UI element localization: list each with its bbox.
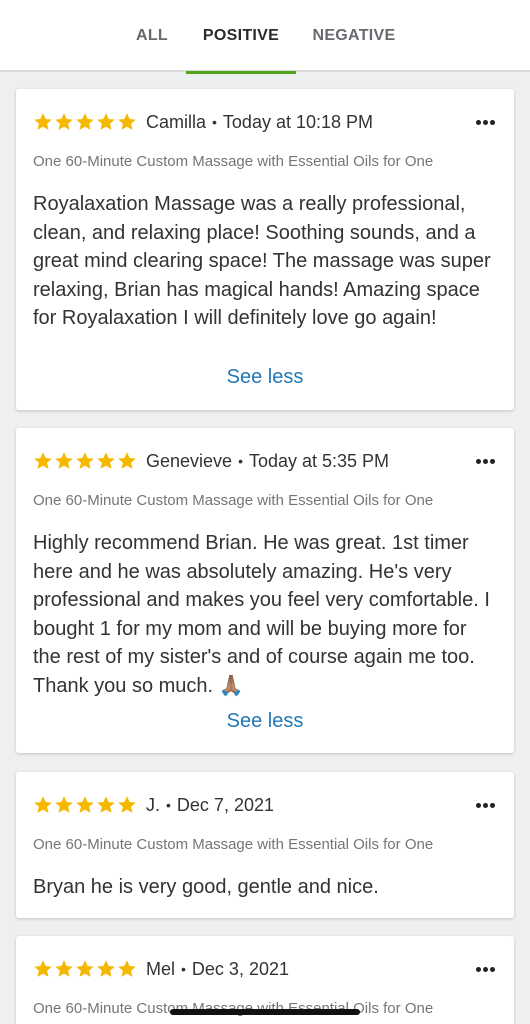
tab-negative[interactable]: NEGATIVE bbox=[296, 0, 412, 72]
review-date: Today at 10:18 PM bbox=[222, 111, 374, 132]
deal-name: One 60-Minute Custom Massage with Essent… bbox=[33, 492, 434, 509]
star-icon bbox=[117, 795, 137, 815]
review-text: Royalaxation Massage was a really profes… bbox=[33, 193, 491, 329]
reviewer-name: Camilla bbox=[146, 111, 207, 132]
review-date: Today at 5:35 PM bbox=[248, 450, 390, 471]
separator: • bbox=[181, 961, 186, 977]
separator: • bbox=[212, 114, 217, 130]
star-icon bbox=[96, 795, 116, 815]
star-rating bbox=[33, 959, 137, 979]
star-icon bbox=[54, 451, 74, 471]
reviewer-name: Genevieve bbox=[146, 450, 233, 471]
reviewer-name: Mel bbox=[146, 958, 176, 979]
see-less-link[interactable]: See less bbox=[16, 710, 514, 733]
home-indicator[interactable] bbox=[170, 1009, 360, 1015]
review-date: Dec 3, 2021 bbox=[191, 958, 289, 979]
star-icon bbox=[75, 959, 95, 979]
star-icon bbox=[54, 959, 74, 979]
reviewer-name: J. bbox=[146, 794, 161, 815]
star-icon bbox=[117, 112, 137, 132]
more-options-icon[interactable] bbox=[473, 958, 497, 980]
star-icon bbox=[54, 795, 74, 815]
star-rating bbox=[33, 451, 137, 471]
tab-all-label: ALL bbox=[135, 27, 168, 44]
review-filter-tabs: ALL POSITIVE NEGATIVE bbox=[0, 0, 530, 74]
star-icon bbox=[33, 959, 53, 979]
tab-positive-label: POSITIVE bbox=[202, 27, 280, 44]
review-header: Mel • Dec 3, 2021 bbox=[33, 956, 497, 982]
star-icon bbox=[96, 451, 116, 471]
deal-name: One 60-Minute Custom Massage with Essent… bbox=[33, 836, 434, 853]
star-icon bbox=[75, 795, 95, 815]
star-rating bbox=[33, 112, 137, 132]
tab-negative-label: NEGATIVE bbox=[312, 27, 396, 44]
separator: • bbox=[166, 797, 171, 813]
star-icon bbox=[117, 959, 137, 979]
review-header: Genevieve • Today at 5:35 PM bbox=[33, 448, 497, 474]
star-icon bbox=[54, 112, 74, 132]
star-rating bbox=[33, 795, 137, 815]
star-icon bbox=[96, 112, 116, 132]
star-icon bbox=[96, 959, 116, 979]
star-icon bbox=[33, 795, 53, 815]
more-options-icon[interactable] bbox=[473, 450, 497, 472]
review-date: Dec 7, 2021 bbox=[176, 794, 274, 815]
star-icon bbox=[75, 112, 95, 132]
star-icon bbox=[33, 451, 53, 471]
review-text: Highly recommend Brian. He was great. 1s… bbox=[33, 532, 490, 697]
star-icon bbox=[75, 451, 95, 471]
review-card: J. • Dec 7, 2021 One 60-Minute Custom Ma… bbox=[16, 772, 514, 918]
review-text: Bryan he is very good, gentle and nice. bbox=[33, 876, 379, 898]
tab-positive[interactable]: POSITIVE bbox=[186, 0, 296, 74]
star-icon bbox=[117, 451, 137, 471]
review-header: Camilla • Today at 10:18 PM bbox=[33, 109, 497, 135]
deal-name: One 60-Minute Custom Massage with Essent… bbox=[33, 153, 434, 170]
tab-all[interactable]: ALL bbox=[118, 0, 186, 72]
active-tab-indicator bbox=[186, 71, 296, 74]
review-header: J. • Dec 7, 2021 bbox=[33, 792, 497, 818]
review-card: Camilla • Today at 10:18 PM One 60-Minut… bbox=[16, 89, 514, 410]
see-less-link[interactable]: See less bbox=[16, 366, 514, 389]
star-icon bbox=[33, 112, 53, 132]
more-options-icon[interactable] bbox=[473, 111, 497, 133]
more-options-icon[interactable] bbox=[473, 794, 497, 816]
separator: • bbox=[238, 453, 243, 469]
review-card: Genevieve • Today at 5:35 PM One 60-Minu… bbox=[16, 428, 514, 753]
